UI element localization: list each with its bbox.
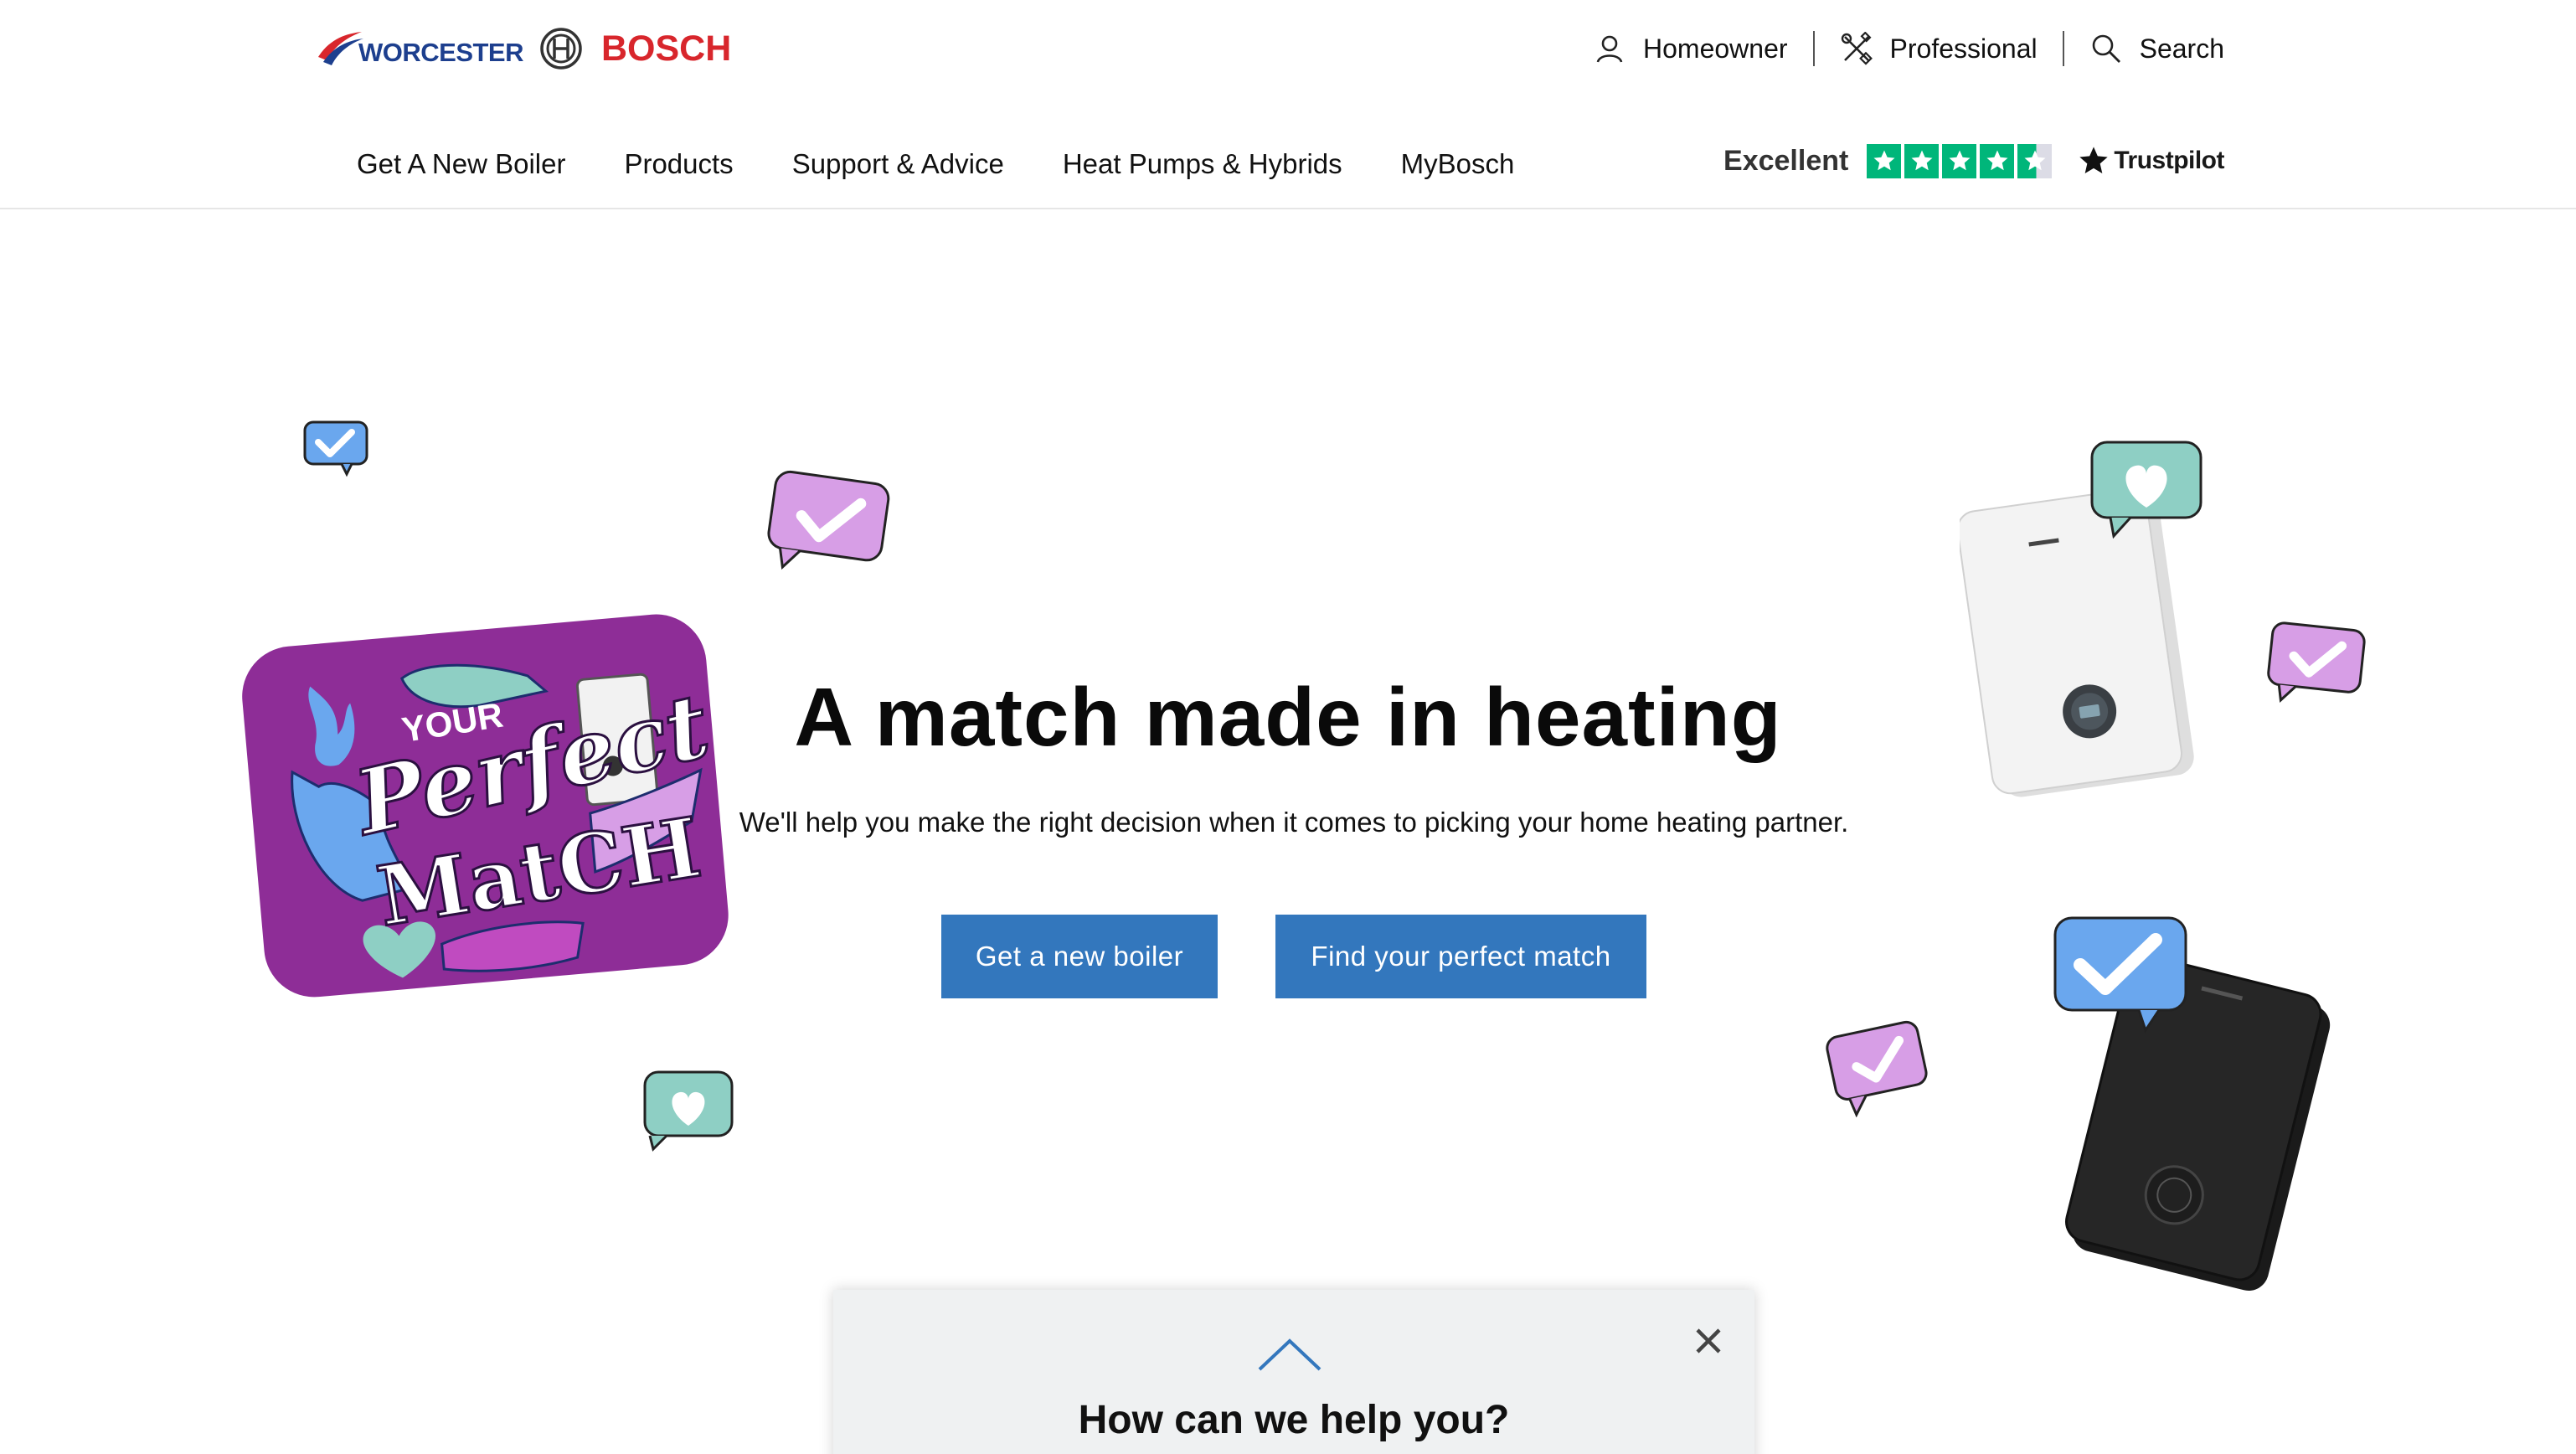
trustpilot-widget[interactable]: Excellent Trustpilot <box>1723 139 2224 183</box>
bosch-wordmark: BOSCH <box>601 28 732 69</box>
main-nav: Get A New Boiler Products Support & Advi… <box>357 141 1514 188</box>
star-icon <box>1942 143 1977 178</box>
utility-divider <box>1812 31 1815 66</box>
trustpilot-rating-label: Excellent <box>1723 144 1849 177</box>
heart-bubble-icon <box>2090 441 2202 539</box>
check-bubble-icon <box>2053 916 2187 1034</box>
homeowner-link[interactable]: Homeowner <box>1593 25 1788 72</box>
professional-link[interactable]: Professional <box>1840 25 2038 72</box>
nav-item-get-a-new-boiler[interactable]: Get A New Boiler <box>357 148 565 180</box>
tools-icon <box>1841 32 1873 65</box>
check-bubble-icon <box>1826 1020 1928 1117</box>
get-new-boiler-button[interactable]: Get a new boiler <box>941 915 1218 998</box>
worcester-swoosh-icon <box>318 32 363 65</box>
perfect-match-card[interactable]: YOUR Perfect MatCH <box>237 605 733 998</box>
nav-item-heat-pumps-hybrids[interactable]: Heat Pumps & Hybrids <box>1063 148 1342 180</box>
check-bubble-icon <box>303 420 368 477</box>
bosch-armature-icon <box>540 28 582 70</box>
trustpilot-logo: Trustpilot <box>2077 144 2224 178</box>
professional-label: Professional <box>1889 33 2038 64</box>
search-label: Search <box>2139 33 2224 64</box>
nav-item-products[interactable]: Products <box>624 148 733 180</box>
hero-subtitle: We'll help you make the right decision w… <box>739 807 1849 838</box>
trustpilot-stars <box>1867 143 2053 178</box>
user-icon <box>1596 35 1623 63</box>
site-header: WORCESTER BOSCH Homeowner Professional S… <box>0 0 2576 209</box>
homeowner-label: Homeowner <box>1643 33 1788 64</box>
star-icon <box>1867 143 1902 178</box>
nav-item-support-advice[interactable]: Support & Advice <box>792 148 1004 180</box>
help-panel-title: How can we help you? <box>1078 1398 1510 1442</box>
search-link[interactable]: Search <box>2089 25 2224 72</box>
utility-divider <box>2062 31 2064 66</box>
find-perfect-match-button[interactable]: Find your perfect match <box>1275 915 1646 998</box>
utility-nav: Homeowner Professional Search <box>1593 25 2224 72</box>
star-icon <box>1904 143 1940 178</box>
trustpilot-star-icon <box>2079 147 2109 173</box>
worcester-logo[interactable]: WORCESTER <box>315 18 524 77</box>
chevron-up-icon[interactable] <box>1256 1336 1323 1373</box>
trustpilot-wordmark: Trustpilot <box>2114 147 2224 174</box>
help-panel: How can we help you? <box>833 1290 1754 1454</box>
heart-bubble-icon <box>643 1070 734 1152</box>
bosch-logo[interactable]: BOSCH <box>539 25 731 72</box>
star-icon <box>1980 143 2015 178</box>
close-icon[interactable] <box>1691 1323 1726 1359</box>
worcester-wordmark: WORCESTER <box>358 38 524 67</box>
check-bubble-icon <box>767 470 890 570</box>
search-icon <box>2092 34 2120 63</box>
hero-title: A match made in heating <box>794 671 1782 763</box>
nav-item-mybosch[interactable]: MyBosch <box>1401 148 1515 180</box>
half-star-icon <box>2017 143 2053 178</box>
